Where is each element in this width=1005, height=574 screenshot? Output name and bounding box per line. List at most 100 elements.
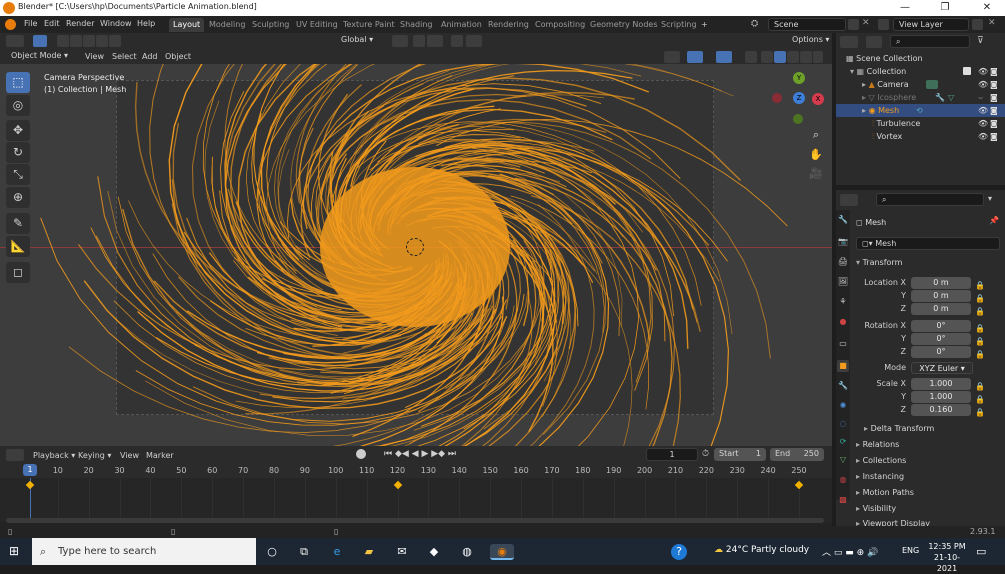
- transform-section-header[interactable]: ▾ Transform: [856, 258, 902, 267]
- scale-y-field[interactable]: 1.000: [911, 391, 971, 403]
- tab-modeling[interactable]: Modeling: [205, 18, 249, 32]
- edge-icon[interactable]: e: [329, 544, 345, 560]
- options-dropdown[interactable]: Options ▾: [787, 34, 829, 47]
- blender-taskbar-icon[interactable]: ◉: [490, 544, 514, 560]
- scene-icon[interactable]: ⛭: [751, 19, 765, 30]
- visibility-filter-icon[interactable]: [664, 51, 680, 63]
- proportional-falloff-icon[interactable]: [466, 35, 482, 47]
- rotation-x-field[interactable]: 0°: [911, 320, 971, 332]
- rotate-tool-icon[interactable]: ↻: [6, 142, 30, 163]
- scene-collection-row[interactable]: ▦ Scene Collection: [836, 52, 1005, 65]
- timeline-keyframe-area[interactable]: [0, 478, 832, 522]
- object-tab-icon[interactable]: ■: [837, 360, 849, 372]
- pin-icon[interactable]: 📌: [989, 216, 999, 225]
- outliner-editor-type-icon[interactable]: [840, 36, 858, 48]
- tab-compositing[interactable]: Compositing: [531, 18, 589, 32]
- blender-menu-icon[interactable]: [5, 19, 16, 30]
- menu-timeline-view[interactable]: View: [120, 451, 139, 460]
- pivot-point-icon[interactable]: [392, 35, 408, 47]
- timeline-editor-type-icon[interactable]: [6, 449, 24, 461]
- measure-tool-icon[interactable]: 📐: [6, 236, 30, 257]
- frame-ruler[interactable]: 1102030405060708090100110120130140150160…: [0, 464, 832, 478]
- editor-type-icon[interactable]: [6, 35, 24, 47]
- render-camera-icon[interactable]: ◙: [990, 91, 998, 104]
- scene-tab-icon[interactable]: ⚘: [837, 296, 849, 308]
- add-cube-tool-icon[interactable]: ◻: [6, 262, 30, 283]
- outliner-row-turbulence[interactable]: ⫶ Turbulence 👁 ◙: [836, 117, 1005, 130]
- windows-start-icon[interactable]: ⊞: [9, 545, 22, 558]
- tab-scripting[interactable]: Scripting: [657, 18, 701, 32]
- render-camera-icon[interactable]: ◙: [990, 117, 998, 130]
- gizmo-x-axis[interactable]: X: [812, 93, 824, 105]
- material-tab-icon[interactable]: ◍: [837, 474, 849, 486]
- tab-texture-paint[interactable]: Texture Paint: [339, 18, 399, 32]
- particles-tab-icon[interactable]: ✺: [837, 400, 849, 412]
- tab-sculpting[interactable]: Sculpting: [248, 18, 293, 32]
- tab-rendering[interactable]: Rendering: [484, 18, 533, 32]
- view-layer-tab-icon[interactable]: 🖼: [837, 276, 849, 288]
- constraints-tab-icon[interactable]: ⟳: [837, 436, 849, 448]
- menu-help[interactable]: Help: [137, 19, 155, 28]
- properties-editor-type-icon[interactable]: [840, 194, 858, 206]
- transform-tool-icon[interactable]: ⊕: [6, 187, 30, 208]
- playhead-frame-label[interactable]: 1: [23, 464, 37, 476]
- shading-solid-icon[interactable]: [774, 51, 786, 63]
- menu-render[interactable]: Render: [66, 19, 94, 28]
- proportional-edit-icon[interactable]: [451, 35, 463, 47]
- delete-scene-icon[interactable]: ✕: [862, 18, 870, 28]
- xray-toggle-icon[interactable]: [745, 51, 757, 63]
- tool-tab-icon[interactable]: 🔧: [837, 214, 849, 226]
- notifications-icon[interactable]: ▭: [976, 545, 986, 558]
- select-mode-extend-icon[interactable]: [70, 35, 82, 47]
- snap-target-icon[interactable]: [427, 35, 443, 47]
- move-tool-icon[interactable]: ✥: [6, 120, 30, 141]
- file-explorer-icon[interactable]: ▰: [361, 544, 377, 560]
- visibility-header[interactable]: ▸ Visibility: [856, 504, 896, 513]
- particle-icon[interactable]: ⟲: [916, 104, 923, 117]
- collections-header[interactable]: ▸ Collections: [856, 456, 906, 465]
- shading-options-icon[interactable]: [813, 51, 823, 63]
- outliner-row-icosphere[interactable]: ▸ ▽ Icosphere 🔧 ▽ ⌣ ◙: [836, 91, 1005, 104]
- language-indicator[interactable]: ENG: [902, 546, 919, 555]
- lock-icons[interactable]: 🔒 🔒 🔒: [975, 279, 985, 318]
- display-mode-icon[interactable]: [866, 36, 882, 48]
- record-button[interactable]: [356, 449, 366, 459]
- gizmo-neg-x[interactable]: [772, 93, 782, 103]
- gizmo-toggle-icon[interactable]: [687, 51, 703, 63]
- texture-tab-icon[interactable]: ▩: [837, 494, 849, 506]
- rotation-y-field[interactable]: 0°: [911, 333, 971, 345]
- tab-animation[interactable]: Animation: [437, 18, 486, 32]
- timeline-scrollbar[interactable]: [6, 518, 824, 523]
- render-tab-icon[interactable]: 📷: [837, 236, 849, 248]
- tab-uv-editing[interactable]: UV Editing: [292, 18, 342, 32]
- weather-widget[interactable]: ☁ 24°C Partly cloudy: [714, 545, 809, 555]
- visibility-eye-icon[interactable]: 👁: [978, 78, 988, 91]
- render-camera-icon[interactable]: ◙: [990, 104, 998, 117]
- modifier-tab-icon[interactable]: 🔧: [837, 380, 849, 392]
- help-icon[interactable]: ?: [671, 544, 687, 560]
- outliner-row-collection[interactable]: ▾ ▦ Collection 👁 ◙: [836, 65, 1005, 78]
- close-button[interactable]: ✕: [972, 1, 1002, 15]
- gizmo-neg-y[interactable]: [793, 114, 803, 124]
- relations-header[interactable]: ▸ Relations: [856, 440, 899, 449]
- overlay-toggle-icon[interactable]: [716, 51, 732, 63]
- gizmo-z-axis[interactable]: Z: [793, 92, 805, 104]
- dropbox-icon[interactable]: ◆: [426, 544, 442, 560]
- menu-select[interactable]: Select: [112, 52, 137, 61]
- scale-tool-icon[interactable]: ⤡: [6, 164, 30, 185]
- menu-window[interactable]: Window: [100, 19, 132, 28]
- shading-material-icon[interactable]: [787, 51, 799, 63]
- minimize-button[interactable]: —: [890, 1, 920, 15]
- physics-tab-icon[interactable]: ◌: [837, 418, 849, 430]
- select-tool-icon[interactable]: [33, 35, 47, 47]
- tab-layout[interactable]: Layout: [169, 18, 205, 32]
- visibility-eye-icon[interactable]: 👁: [978, 130, 988, 143]
- properties-search-input[interactable]: ⌕: [876, 193, 984, 206]
- view-layer-field[interactable]: View Layer: [893, 18, 969, 31]
- outliner-row-vortex[interactable]: ⫶ Vortex 👁 ◙: [836, 130, 1005, 143]
- keyframe-marker[interactable]: [393, 480, 402, 490]
- navigation-gizmo[interactable]: Y X Z: [770, 72, 826, 128]
- preview-range-icon[interactable]: ⏱: [702, 449, 709, 459]
- tab-geometry-nodes[interactable]: Geometry Nodes: [586, 18, 661, 32]
- world-tab-icon[interactable]: ●: [837, 316, 849, 328]
